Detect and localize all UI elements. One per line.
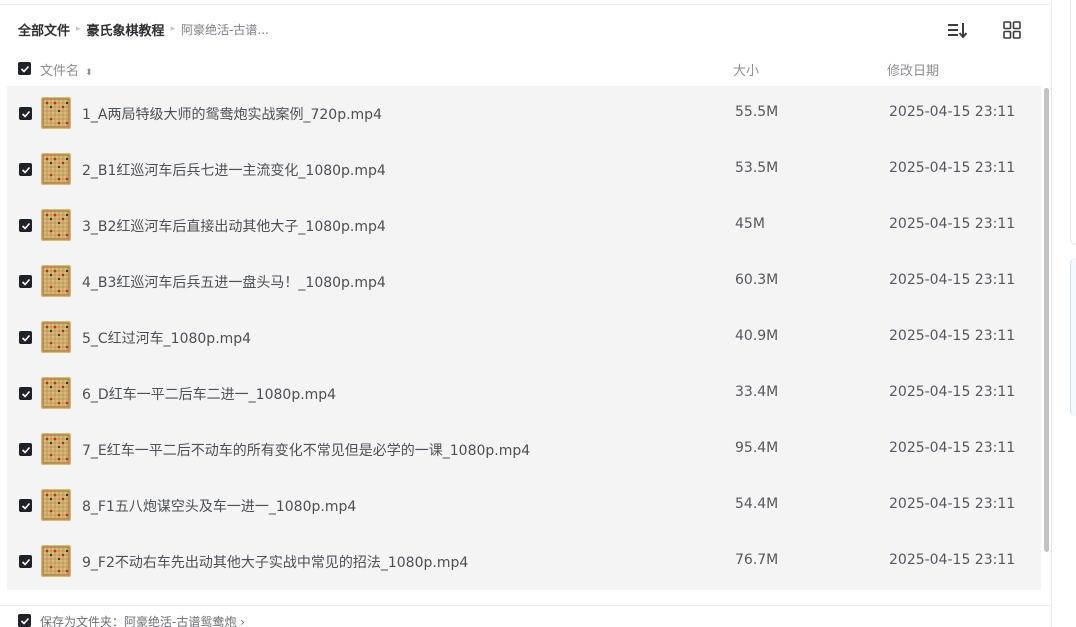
file-checkbox[interactable] [19, 387, 32, 400]
file-size: 54.4M [735, 496, 779, 512]
breadcrumb-separator-icon: ▸ [76, 24, 81, 34]
file-name[interactable]: 7_E红车一平二后不动车的所有变化不常见但是必学的一课_1080p.mp4 [82, 440, 530, 460]
file-name[interactable]: 3_B2红巡河车后直接出动其他大子_1080p.mp4 [82, 216, 386, 236]
video-thumbnail-icon [41, 321, 71, 353]
save-folder-bar: 保存为文件夹：阿豪绝活-古谱鸳鸯炮 › [0, 605, 1050, 627]
panel-edge-tab[interactable] [1070, 258, 1076, 416]
file-modified-date: 2025-04-15 23:11 [889, 552, 1016, 568]
column-size-header[interactable]: 大小 [733, 60, 759, 79]
file-name[interactable]: 6_D红车一平二后车二进一_1080p.mp4 [82, 384, 336, 404]
scrollbar-thumb[interactable] [1044, 88, 1049, 552]
save-as-folder-checkbox[interactable] [18, 614, 31, 627]
breadcrumb: 全部文件 ▸ 豪氏象棋教程 ▸ 阿豪绝活-古谱... [18, 19, 269, 39]
file-size: 33.4M [735, 384, 779, 400]
video-thumbnail-icon [41, 377, 71, 409]
file-row[interactable]: 2_B1红巡河车后兵七进一主流变化_1080p.mp4 53.5M 2025-04-… [7, 142, 1041, 198]
file-row[interactable]: 9_F2不动右车先出动其他大子实战中常见的招法_1080p.mp4 76.7M 20… [7, 534, 1041, 590]
file-size: 95.4M [735, 440, 779, 456]
save-as-folder-label[interactable]: 保存为文件夹：阿豪绝活-古谱鸳鸯炮 › [40, 613, 245, 627]
file-row[interactable]: 5_C红过河车_1080p.mp4 40.9M 2025-04-15 23:11 [7, 310, 1041, 366]
video-thumbnail-icon [41, 433, 71, 465]
file-row[interactable]: 1_A两局特级大师的鸳鸯炮实战案例_720p.mp4 55.5M 2025-04-1… [7, 86, 1041, 142]
file-row[interactable]: 7_E红车一平二后不动车的所有变化不常见但是必学的一课_1080p.mp4 95.… [7, 422, 1041, 478]
file-name[interactable]: 4_B3红巡河车后兵五进一盘头马！_1080p.mp4 [82, 272, 386, 292]
select-all-checkbox[interactable] [18, 62, 31, 75]
file-modified-date: 2025-04-15 23:11 [889, 272, 1016, 288]
sort-arrows-icon[interactable]: ⬍ [85, 68, 93, 78]
file-row[interactable]: 4_B3红巡河车后兵五进一盘头马！_1080p.mp4 60.3M 2025-04-… [7, 254, 1041, 310]
file-checkbox[interactable] [19, 499, 32, 512]
file-modified-date: 2025-04-15 23:11 [889, 384, 1016, 400]
breadcrumb-root[interactable]: 全部文件 [18, 20, 70, 39]
file-list-header: 文件名 ⬍ 大小 修改日期 [0, 56, 1050, 82]
file-checkbox[interactable] [19, 555, 32, 568]
right-side-panel [1051, 0, 1076, 627]
sort-list-icon[interactable] [945, 18, 969, 42]
video-thumbnail-icon [41, 265, 71, 297]
column-name-label: 文件名 [40, 64, 80, 79]
file-modified-date: 2025-04-15 23:11 [889, 440, 1016, 456]
video-thumbnail-icon [41, 153, 71, 185]
file-name[interactable]: 5_C红过河车_1080p.mp4 [82, 328, 251, 348]
file-name[interactable]: 1_A两局特级大师的鸳鸯炮实战案例_720p.mp4 [82, 104, 382, 124]
top-divider [0, 4, 1050, 5]
file-name[interactable]: 2_B1红巡河车后兵七进一主流变化_1080p.mp4 [82, 160, 386, 180]
file-size: 45M [735, 216, 765, 232]
file-size: 76.7M [735, 552, 779, 568]
file-name[interactable]: 8_F1五八炮谋空头及车一进一_1080p.mp4 [82, 496, 356, 516]
file-checkbox[interactable] [19, 443, 32, 456]
file-checkbox[interactable] [19, 275, 32, 288]
video-thumbnail-icon [41, 489, 71, 521]
file-size: 60.3M [735, 272, 779, 288]
file-checkbox[interactable] [19, 219, 32, 232]
panel-edge-top [1070, 0, 1076, 245]
file-list: 1_A两局特级大师的鸳鸯炮实战案例_720p.mp4 55.5M 2025-04-1… [7, 86, 1041, 599]
file-modified-date: 2025-04-15 23:11 [889, 328, 1016, 344]
file-modified-date: 2025-04-15 23:11 [889, 104, 1016, 120]
file-size: 53.5M [735, 160, 779, 176]
breadcrumb-current: 阿豪绝活-古谱... [181, 22, 269, 37]
column-name-header[interactable]: 文件名 ⬍ [40, 60, 93, 79]
file-checkbox[interactable] [19, 107, 32, 120]
file-row[interactable]: 3_B2红巡河车后直接出动其他大子_1080p.mp4 45M 2025-04-15… [7, 198, 1041, 254]
file-row[interactable]: 8_F1五八炮谋空头及车一进一_1080p.mp4 54.4M 2025-04-15… [7, 478, 1041, 534]
video-thumbnail-icon [41, 545, 71, 577]
file-name[interactable]: 9_F2不动右车先出动其他大子实战中常见的招法_1080p.mp4 [82, 552, 468, 572]
file-checkbox[interactable] [19, 163, 32, 176]
file-modified-date: 2025-04-15 23:11 [889, 496, 1016, 512]
breadcrumb-folder[interactable]: 豪氏象棋教程 [87, 20, 165, 39]
file-modified-date: 2025-04-15 23:11 [889, 216, 1016, 232]
file-checkbox[interactable] [19, 331, 32, 344]
video-thumbnail-icon [41, 97, 71, 129]
grid-view-icon[interactable] [1000, 18, 1024, 42]
file-modified-date: 2025-04-15 23:11 [889, 160, 1016, 176]
column-date-header[interactable]: 修改日期 [887, 60, 939, 79]
file-row[interactable]: 6_D红车一平二后车二进一_1080p.mp4 33.4M 2025-04-15 2… [7, 366, 1041, 422]
file-size: 55.5M [735, 104, 779, 120]
file-size: 40.9M [735, 328, 779, 344]
breadcrumb-separator-icon: ▸ [170, 24, 176, 34]
video-thumbnail-icon [41, 209, 71, 241]
